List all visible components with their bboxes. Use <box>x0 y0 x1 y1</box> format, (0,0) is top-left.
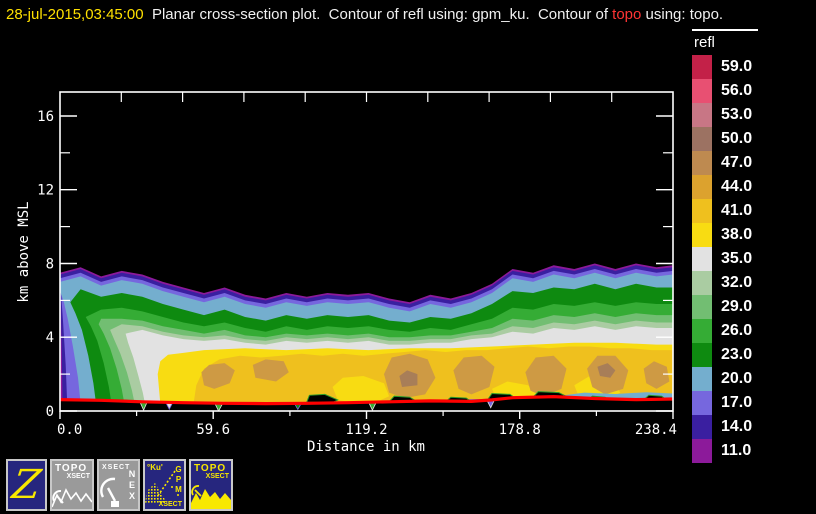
legend-value: 38.0 <box>721 226 753 243</box>
legend-color-swatch <box>692 247 712 271</box>
legend-value: 17.0 <box>721 394 753 411</box>
x-tick-label: 59.6 <box>196 422 230 438</box>
legend-entry: 23.0 <box>688 343 814 367</box>
topo-highlight: topo <box>612 6 642 23</box>
legend-color-swatch <box>692 127 712 151</box>
xsect-label: XSECT <box>66 473 90 480</box>
legend-color-swatch <box>692 343 712 367</box>
legend-color-swatch <box>692 79 712 103</box>
gpm-satellite-beam-icon <box>145 470 179 503</box>
contour-field <box>60 263 673 411</box>
legend-color-swatch <box>692 175 712 199</box>
y-axis-label: km above MSL <box>16 201 32 302</box>
legend-color-swatch <box>692 439 712 463</box>
legend-value: 35.0 <box>721 250 753 267</box>
mountains-radar-icon <box>52 488 92 508</box>
legend-value: 47.0 <box>721 154 753 171</box>
legend-entry: 44.0 <box>688 175 814 199</box>
legend-entry: 56.0 <box>688 79 814 103</box>
zeb-z-icon: Z <box>9 462 44 508</box>
y-tick-label: 16 <box>37 109 54 125</box>
x-tick-label: 0.0 <box>57 422 82 438</box>
x-tick-label: 238.4 <box>635 422 677 438</box>
ku-gpm-xsect-button[interactable]: °Ku' GPM XSECT <box>143 459 186 511</box>
legend-entry: 35.0 <box>688 247 814 271</box>
legend-color-swatch <box>692 271 712 295</box>
legend-entry: 47.0 <box>688 151 814 175</box>
y-tick-label: 0 <box>46 404 54 420</box>
legend-value: 26.0 <box>721 322 753 339</box>
xsect-label: XSECT <box>205 473 229 480</box>
legend-rows: 59.0 56.0 53.0 50.0 47.0 44.0 41.0 38.0 35.0 32.0… <box>688 55 814 463</box>
legend-color-swatch <box>692 55 712 79</box>
legend-entry: 20.0 <box>688 367 814 391</box>
legend-value: 14.0 <box>721 418 753 435</box>
legend-entry: 17.0 <box>688 391 814 415</box>
legend-value: 23.0 <box>721 346 753 363</box>
x-axis-label: Distance in km <box>307 439 425 455</box>
legend-color-swatch <box>692 103 712 127</box>
xsect-nexrad-button[interactable]: XSECT NEX <box>97 459 140 511</box>
yellow-mountains-icon <box>191 485 231 509</box>
legend-separator-line <box>692 29 758 31</box>
x-tick-label: 119.2 <box>345 422 387 438</box>
cross-section-plot: 0 4 8 12 16 0.0 59.6 119.2 178.8 238.4 Distance in… <box>16 91 677 455</box>
plot-title-text2: using: topo. <box>641 6 724 23</box>
legend-color-swatch <box>692 415 712 439</box>
x-tick-label: 178.8 <box>499 422 541 438</box>
legend-entry: 11.0 <box>688 439 814 463</box>
legend-title: refl <box>694 34 715 51</box>
legend-color-swatch <box>692 319 712 343</box>
legend-value: 56.0 <box>721 82 753 99</box>
y-tick-label: 8 <box>46 257 54 273</box>
y-tick-label: 12 <box>37 183 54 199</box>
app-window: 28-jul-2015,03:45:00 Planar cross-sectio… <box>0 0 816 514</box>
legend-entry: 53.0 <box>688 103 814 127</box>
topo-xsect-button[interactable]: TOPO XSECT <box>50 459 94 511</box>
legend-entry: 50.0 <box>688 127 814 151</box>
legend-entry: 26.0 <box>688 319 814 343</box>
legend-value: 44.0 <box>721 178 753 195</box>
legend-entry: 41.0 <box>688 199 814 223</box>
y-tick-label: 4 <box>46 330 54 346</box>
legend-value: 41.0 <box>721 202 753 219</box>
legend-entry: 29.0 <box>688 295 814 319</box>
legend-value: 29.0 <box>721 298 753 315</box>
radar-dish-icon <box>100 477 119 507</box>
legend-value: 20.0 <box>721 370 753 387</box>
title-bar: 28-jul-2015,03:45:00 Planar cross-sectio… <box>6 6 810 26</box>
legend-value: 59.0 <box>721 58 753 75</box>
legend-color-swatch <box>692 295 712 319</box>
legend-color-swatch <box>692 391 712 415</box>
legend-color-swatch <box>692 223 712 247</box>
legend-value: 50.0 <box>721 130 753 147</box>
topo-xsect-yellow-button[interactable]: TOPO XSECT <box>189 459 233 511</box>
reflectivity-legend: refl 59.0 56.0 53.0 50.0 47.0 44.0 41.0 38.0 35.… <box>688 29 814 463</box>
legend-entry: 14.0 <box>688 415 814 439</box>
legend-color-swatch <box>692 199 712 223</box>
toolbar: Z TOPO XSECT XSECT NEX °Ku' GPM XSECT TO… <box>6 459 233 511</box>
legend-value: 53.0 <box>721 106 753 123</box>
zeb-logo-button[interactable]: Z <box>6 459 47 511</box>
plot-title-text: Planar cross-section plot. Contour of re… <box>143 6 613 23</box>
legend-color-swatch <box>692 151 712 175</box>
legend-entry: 38.0 <box>688 223 814 247</box>
legend-color-swatch <box>692 367 712 391</box>
legend-value: 32.0 <box>721 274 753 291</box>
timestamp: 28-jul-2015,03:45:00 <box>6 6 144 23</box>
legend-entry: 59.0 <box>688 55 814 79</box>
legend-value: 11.0 <box>721 442 752 459</box>
legend-entry: 32.0 <box>688 271 814 295</box>
